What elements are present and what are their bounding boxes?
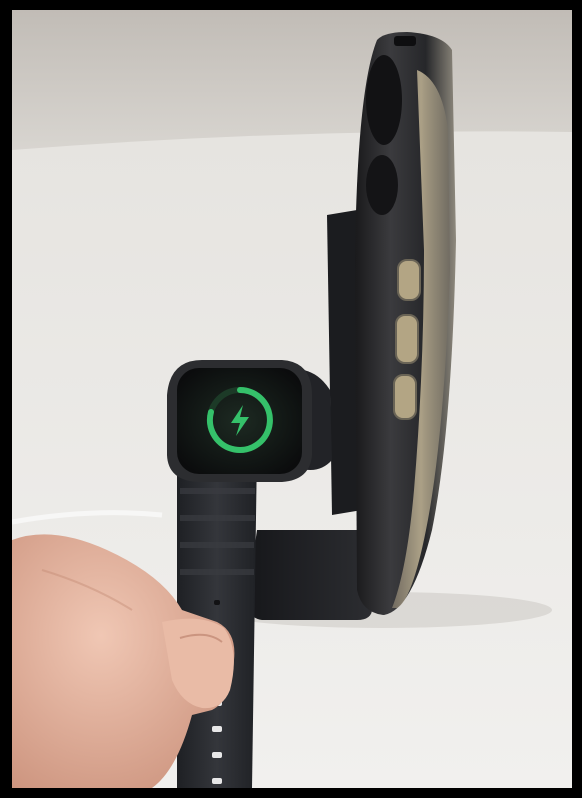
stand-base	[247, 530, 373, 620]
wall	[12, 10, 572, 150]
smartwatch	[167, 360, 312, 482]
product-photo	[12, 10, 572, 788]
photo-illustration	[12, 10, 572, 788]
photo-frame	[0, 0, 582, 798]
